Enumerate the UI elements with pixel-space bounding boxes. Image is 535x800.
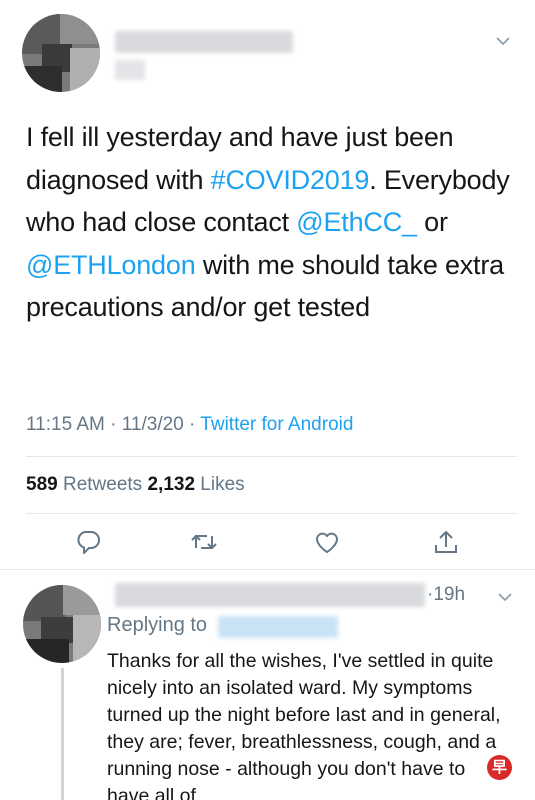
- watermark-logo-icon: 早: [487, 755, 512, 780]
- divider: [0, 569, 535, 570]
- chevron-down-icon[interactable]: [498, 592, 512, 602]
- retweet-icon: [191, 534, 217, 550]
- share-icon: [435, 530, 457, 553]
- tweet-stats: 589 Retweets 2,132 Likes: [26, 474, 245, 496]
- heart-icon: [316, 532, 338, 553]
- divider: [26, 456, 517, 457]
- like-button[interactable]: [313, 528, 341, 556]
- author-avatar[interactable]: [22, 14, 100, 92]
- mention-link-ethcc[interactable]: @EthCC_: [296, 207, 417, 237]
- tweet-text: I fell ill yesterday and have just been …: [26, 122, 510, 322]
- reply-author-avatar[interactable]: [23, 585, 101, 663]
- tweet-source-link[interactable]: Twitter for Android: [200, 414, 353, 435]
- retweets-stat[interactable]: 589 Retweets: [26, 474, 142, 495]
- reply-icon: [77, 531, 100, 554]
- author-handle-redacted: [115, 60, 145, 80]
- likes-stat[interactable]: 2,132 Likes: [147, 474, 244, 495]
- hashtag-link[interactable]: #COVID2019: [211, 165, 370, 195]
- share-button[interactable]: [432, 528, 460, 556]
- reply-timestamp[interactable]: ·19h: [427, 584, 465, 606]
- author-name-redacted: [115, 31, 293, 53]
- thread-line: [61, 668, 64, 800]
- tweet-meta: 11:15 AM · 11/3/20 · Twitter for Android: [26, 414, 354, 435]
- reply-button[interactable]: [74, 528, 102, 556]
- tweet-date: 11/3/20: [121, 414, 184, 435]
- retweet-button[interactable]: [190, 528, 218, 556]
- replying-to-handle-redacted[interactable]: [218, 616, 338, 638]
- divider: [26, 513, 517, 514]
- tweet-time: 11:15 AM: [26, 414, 105, 435]
- chevron-down-icon[interactable]: [496, 36, 510, 46]
- reply-text: Thanks for all the wishes, I've settled …: [107, 650, 501, 800]
- reply-author-name-redacted: [115, 583, 425, 607]
- replying-to-label: Replying to: [107, 614, 208, 636]
- mention-link-ethlondon[interactable]: @ETHLondon: [26, 250, 196, 280]
